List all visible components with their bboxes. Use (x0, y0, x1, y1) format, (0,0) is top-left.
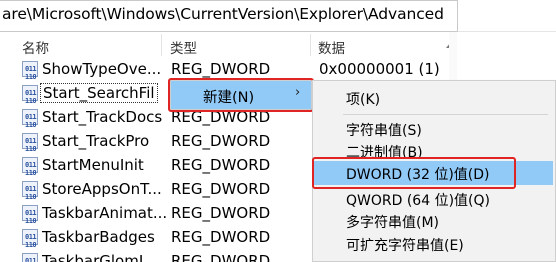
value-type: REG_DWORD (171, 204, 271, 222)
value-name: TaskbarGlomL (42, 252, 148, 262)
address-path: are\Microsoft\Windows\CurrentVersion\Exp… (2, 5, 444, 23)
value-data: 0x00000001 (1) (319, 60, 440, 78)
value-type: REG_DWORD (171, 60, 271, 78)
column-name[interactable]: 名称 (22, 37, 49, 57)
binary-value-icon: 011110 (22, 109, 38, 129)
submenu-item-multi-string-value[interactable]: 多字符串值(M) (313, 209, 553, 233)
submenu-item-qword-value[interactable]: QWORD (64 位)值(Q) (313, 187, 553, 211)
address-bar-right-area (458, 0, 556, 32)
binary-value-icon: 011110 (22, 181, 38, 201)
column-divider[interactable] (310, 34, 311, 56)
value-type: REG_DWORD (171, 132, 271, 150)
value-name: Start_TrackDocs (42, 108, 163, 126)
submenu-item-label: 可扩充字符串值(E) (346, 238, 464, 254)
submenu-item-expandable-string-value[interactable]: 可扩充字符串值(E) (313, 232, 553, 256)
binary-value-icon: 011110 (22, 205, 38, 225)
value-name: StoreAppsOnT... (42, 180, 162, 198)
binary-value-icon: 011110 (22, 157, 38, 177)
value-type: REG_DWORD (171, 180, 271, 198)
value-type: REG_DWORD (171, 156, 271, 174)
submenu-item-string-value[interactable]: 字符串值(S) (313, 117, 553, 141)
binary-value-icon: 011110 (22, 253, 38, 262)
value-name: TaskbarBadges (42, 228, 155, 246)
column-type[interactable]: 类型 (170, 37, 197, 57)
value-type: REG_DWORD (171, 252, 271, 262)
value-name: TaskbarAnimat... (42, 204, 168, 222)
value-type: REG_DWORD (171, 228, 271, 246)
address-bar[interactable]: are\Microsoft\Windows\CurrentVersion\Exp… (0, 0, 458, 32)
value-name: Start_TrackPro (42, 132, 150, 150)
submenu-item-key[interactable]: 项(K) (313, 86, 553, 110)
submenu-item-label: QWORD (64 位)值(Q) (346, 193, 490, 209)
value-name: StartMenuInit (42, 156, 144, 174)
annotation-highlight-new (168, 78, 314, 112)
binary-value-icon: 011110 (22, 133, 38, 153)
column-data[interactable]: 数据 (318, 37, 345, 57)
column-header: 名称 类型 数据 (14, 32, 456, 58)
binary-value-icon: 011110 (22, 85, 38, 105)
column-divider[interactable] (161, 34, 162, 56)
binary-value-icon: 011110 (22, 61, 38, 81)
binary-value-icon: 011110 (22, 229, 38, 249)
value-name: Start_SearchFil (40, 83, 158, 103)
submenu-item-label: 项(K) (346, 92, 381, 108)
submenu-item-label: 字符串值(S) (346, 123, 422, 139)
value-name: ShowTypeOve... (42, 60, 162, 78)
menu-divider (343, 114, 548, 115)
annotation-highlight-dword (312, 157, 516, 189)
submenu-item-label: 多字符串值(M) (346, 215, 440, 231)
